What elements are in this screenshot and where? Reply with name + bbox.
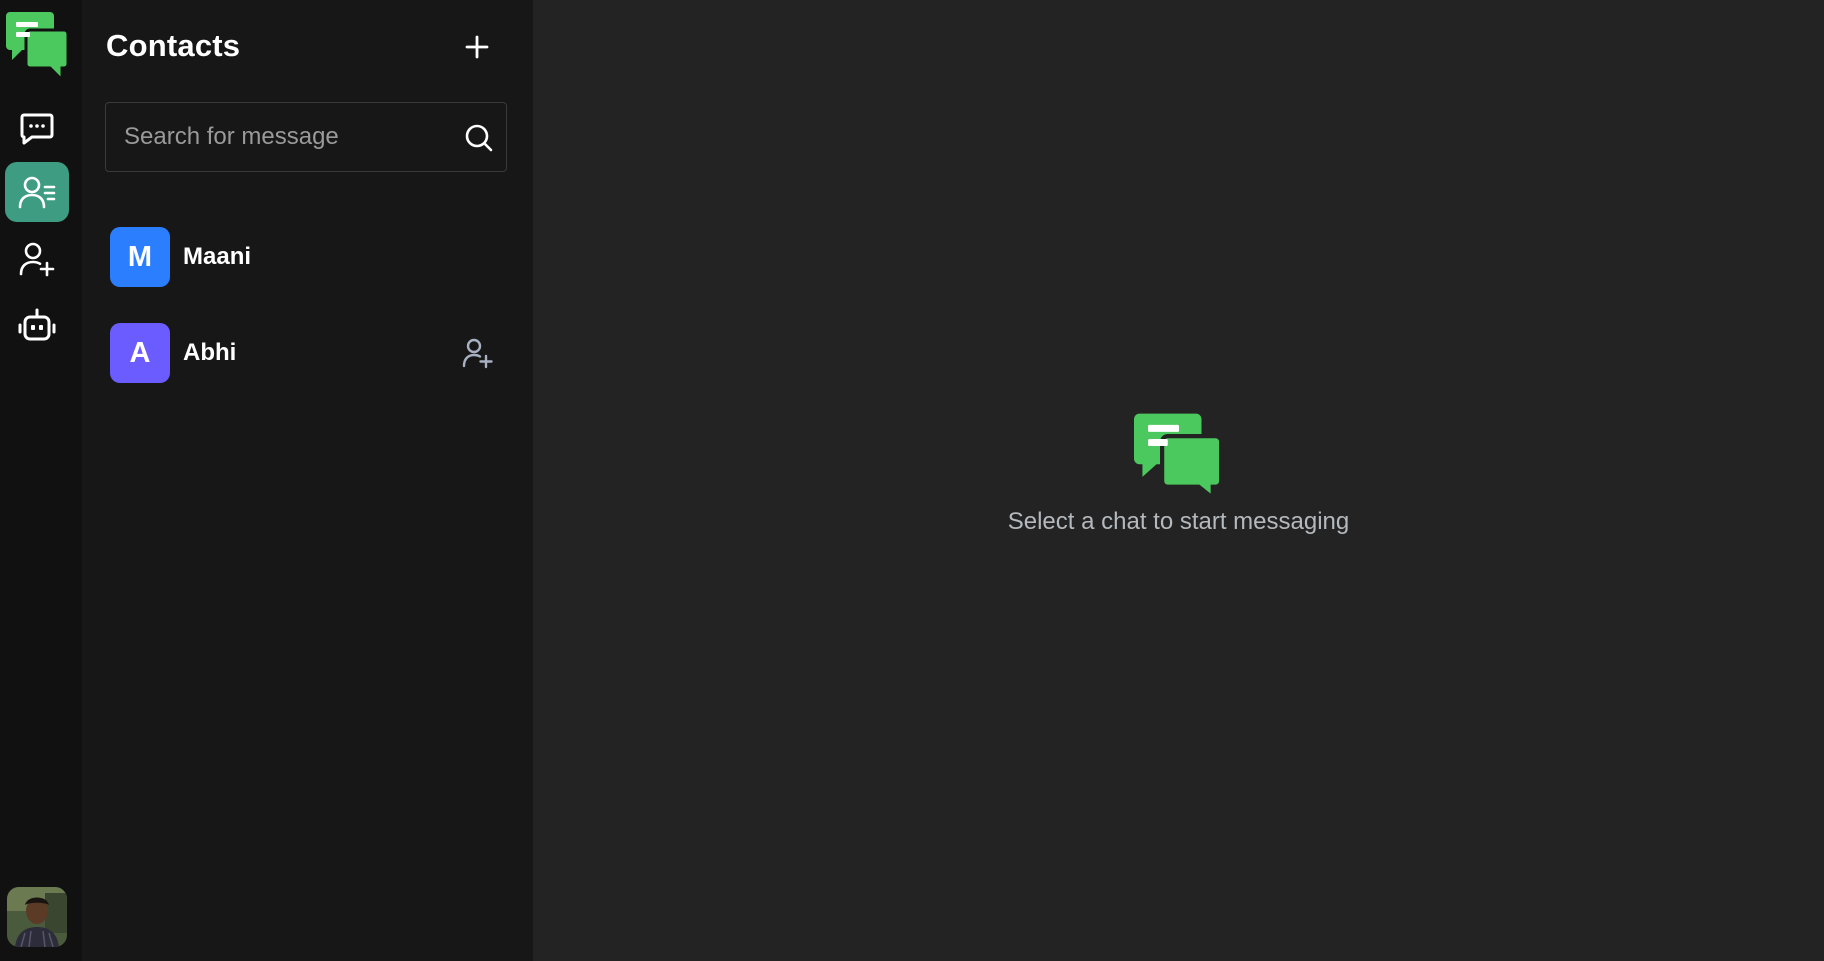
user-avatar[interactable] — [7, 887, 67, 947]
contact-item-abhi[interactable]: A Abhi — [110, 322, 510, 384]
contact-name: Maani — [183, 243, 252, 270]
page-title: Contacts — [106, 28, 241, 63]
rail-bot-button[interactable] — [5, 296, 69, 356]
rail-add-user-button[interactable] — [5, 229, 69, 289]
contact-avatar: M — [110, 227, 170, 287]
search-icon[interactable] — [464, 123, 494, 153]
contact-item-maani[interactable]: M Maani — [110, 226, 510, 288]
chat-bubbles-icon — [1133, 408, 1225, 503]
empty-state-message: Select a chat to start messaging — [1007, 508, 1350, 535]
contact-name: Abhi — [183, 339, 237, 366]
user-plus-icon — [19, 241, 55, 277]
app-logo-icon — [6, 8, 70, 84]
chat-dots-icon — [19, 111, 55, 145]
new-contact-button[interactable] — [460, 32, 494, 66]
rail-contacts-button[interactable] — [5, 162, 69, 222]
app-window: Contacts M Maani A Abhi — [0, 0, 1824, 961]
search-input[interactable] — [106, 103, 446, 170]
contacts-list-icon — [18, 174, 56, 210]
nav-rail — [0, 0, 82, 961]
contacts-panel: Contacts M Maani A Abhi — [82, 0, 533, 961]
contact-avatar: A — [110, 323, 170, 383]
add-contact-icon[interactable] — [461, 337, 493, 369]
rail-chats-button[interactable] — [5, 98, 69, 158]
plus-icon — [465, 35, 489, 64]
robot-icon — [18, 308, 56, 344]
chat-area: Select a chat to start messaging — [533, 0, 1824, 961]
search-box — [105, 102, 507, 172]
empty-state: Select a chat to start messaging — [533, 408, 1824, 536]
